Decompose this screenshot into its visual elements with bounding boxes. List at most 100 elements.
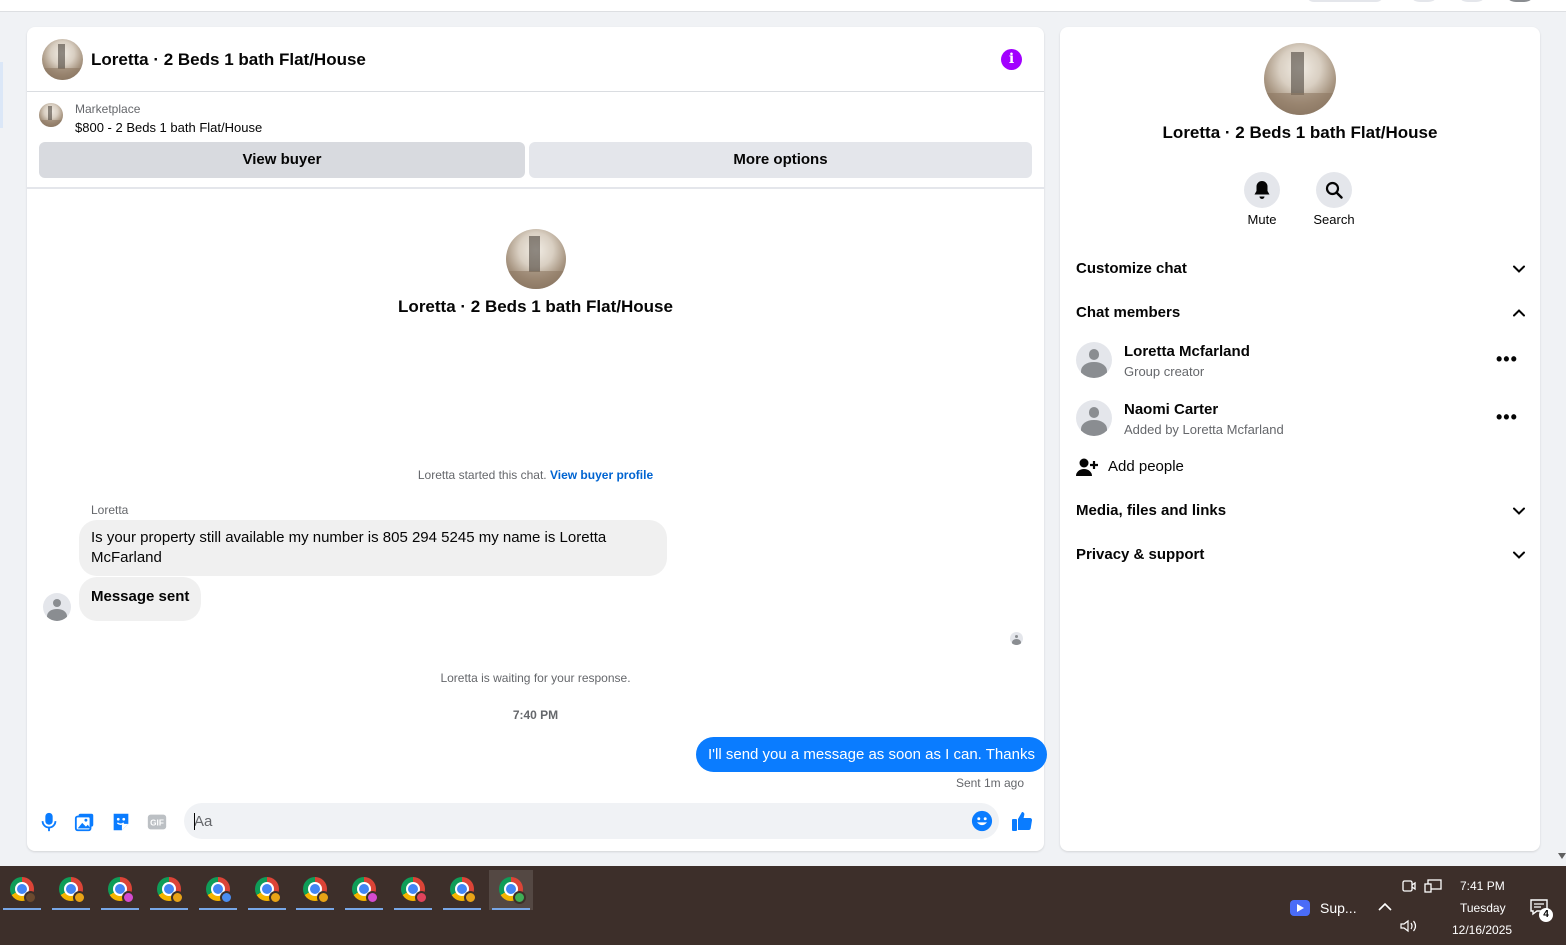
running-indicator [101,908,139,910]
zoom-icon[interactable] [1290,900,1310,916]
running-indicator [443,908,481,910]
top-nav-icon[interactable] [1408,0,1440,2]
camera-tray-icon[interactable] [1402,879,1416,893]
incoming-message[interactable]: Message sent [79,577,202,621]
marketplace-label: Marketplace [75,102,141,116]
chat-intro-avatar [506,229,566,289]
mute-button[interactable] [1244,172,1280,208]
chat-panel: Loretta · 2 Beds 1 bath Flat/House i Mar… [27,27,1047,851]
media-files-section[interactable]: Media, files and links [1076,496,1526,526]
privacy-support-section[interactable]: Privacy & support [1076,540,1526,570]
profile-badge-icon [73,891,86,904]
chat-started-text: Loretta started this chat. [417,468,547,482]
profile-avatar[interactable] [1504,0,1536,2]
outgoing-message[interactable]: I'll send you a message as soon as I can… [696,737,1047,772]
member-avatar[interactable] [1076,400,1112,436]
running-indicator [492,908,530,910]
photo-icon[interactable] [74,811,96,833]
chat-started-notice: Loretta started this chat. View buyer pr… [27,468,1044,482]
profile-badge-icon [464,891,477,904]
clock-day[interactable]: Tuesday [1460,901,1506,915]
chevron-down-icon [1513,265,1525,273]
search-button[interactable] [1316,172,1352,208]
chevron-down-icon [1513,507,1525,515]
taskbar-chrome-window[interactable] [147,870,191,910]
volume-icon[interactable] [1400,919,1418,933]
taskbar-chrome-window[interactable] [489,870,533,910]
chat-members-label: Chat members [1076,304,1181,321]
search-icon [1325,181,1343,199]
marketplace-banner: Marketplace $800 - 2 Beds 1 bath Flat/Ho… [27,93,1044,189]
privacy-support-label: Privacy & support [1076,546,1205,563]
search-label: Search [1313,212,1355,227]
taskbar-chrome-window[interactable] [342,870,386,910]
running-indicator [248,908,286,910]
network-icon[interactable] [1424,879,1442,893]
clock-time[interactable]: 7:41 PM [1460,879,1505,893]
emoji-icon[interactable] [971,810,993,832]
sticker-icon[interactable] [110,811,132,833]
taskbar-chrome-window[interactable] [196,870,240,910]
bell-icon [1254,181,1270,199]
running-indicator [52,908,90,910]
chat-title[interactable]: Loretta · 2 Beds 1 bath Flat/House [91,50,366,70]
add-person-icon [1076,458,1098,476]
member-options-icon[interactable]: ••• [1496,349,1518,370]
member-options-icon[interactable]: ••• [1496,407,1518,428]
clock-date[interactable]: 12/16/2025 [1452,923,1512,937]
top-nav-icon[interactable] [1456,0,1488,2]
chevron-up-icon[interactable] [1377,901,1393,913]
profile-badge-icon [24,891,37,904]
running-indicator [3,908,41,910]
taskbar-chrome-window[interactable] [293,870,337,910]
member-avatar[interactable] [1076,342,1112,378]
running-indicator [199,908,237,910]
chevron-up-icon [1513,309,1525,317]
microphone-icon[interactable] [38,811,60,833]
view-buyer-button[interactable]: View buyer [39,142,525,178]
taskbar-chrome-window[interactable] [391,870,435,910]
taskbar-chrome-window[interactable] [440,870,484,910]
message-composer[interactable] [184,803,999,839]
message-input[interactable] [194,811,954,831]
customize-chat-label: Customize chat [1076,260,1187,277]
sent-status: Sent 1m ago [955,776,1024,790]
customize-chat-section[interactable]: Customize chat [1076,254,1526,284]
more-options-button[interactable]: More options [529,142,1032,178]
add-people-button[interactable]: Add people [1076,452,1526,482]
left-sidebar-edge [0,62,3,128]
running-indicator [345,908,383,910]
details-avatar [1264,43,1336,115]
taskbar-chrome-window[interactable] [0,870,44,910]
svg-text:GIF: GIF [150,819,164,828]
member-name[interactable]: Loretta Mcfarland [1124,343,1250,360]
message-sender: Loretta [91,503,129,517]
chat-members-section[interactable]: Chat members [1076,298,1526,328]
taskbar-chrome-window[interactable] [49,870,93,910]
chat-details-panel: Loretta · 2 Beds 1 bath Flat/House Mute … [1060,27,1540,851]
taskbar-chrome-window[interactable] [245,870,289,910]
running-indicator [394,908,432,910]
gif-icon[interactable]: GIF [146,811,168,833]
view-buyer-profile-link[interactable]: View buyer profile [550,468,653,482]
incoming-message[interactable]: Is your property still available my numb… [79,520,667,576]
top-nav-tab[interactable] [1306,0,1384,2]
message-timestamp: 7:40 PM [512,708,559,722]
details-title: Loretta · 2 Beds 1 bath Flat/House [1162,123,1438,142]
listing-thumbnail [39,103,63,127]
profile-badge-icon [415,891,428,904]
media-files-label: Media, files and links [1076,502,1227,519]
taskbar-chrome-window[interactable] [98,870,142,910]
profile-badge-icon [122,891,135,904]
zoom-app-label[interactable]: Sup... [1320,900,1357,916]
sender-avatar[interactable] [43,593,71,621]
thumbs-up-icon[interactable] [1010,809,1034,833]
member-name[interactable]: Naomi Carter [1124,401,1218,418]
listing-price[interactable]: $800 - 2 Beds 1 bath Flat/House [75,120,262,135]
running-indicator [150,908,188,910]
chat-header: Loretta · 2 Beds 1 bath Flat/House i [27,27,1044,92]
info-icon[interactable]: i [1001,49,1022,70]
listing-avatar[interactable] [42,39,83,80]
chevron-down-icon [1513,551,1525,559]
scrollbar-down-arrow[interactable] [1558,853,1566,859]
